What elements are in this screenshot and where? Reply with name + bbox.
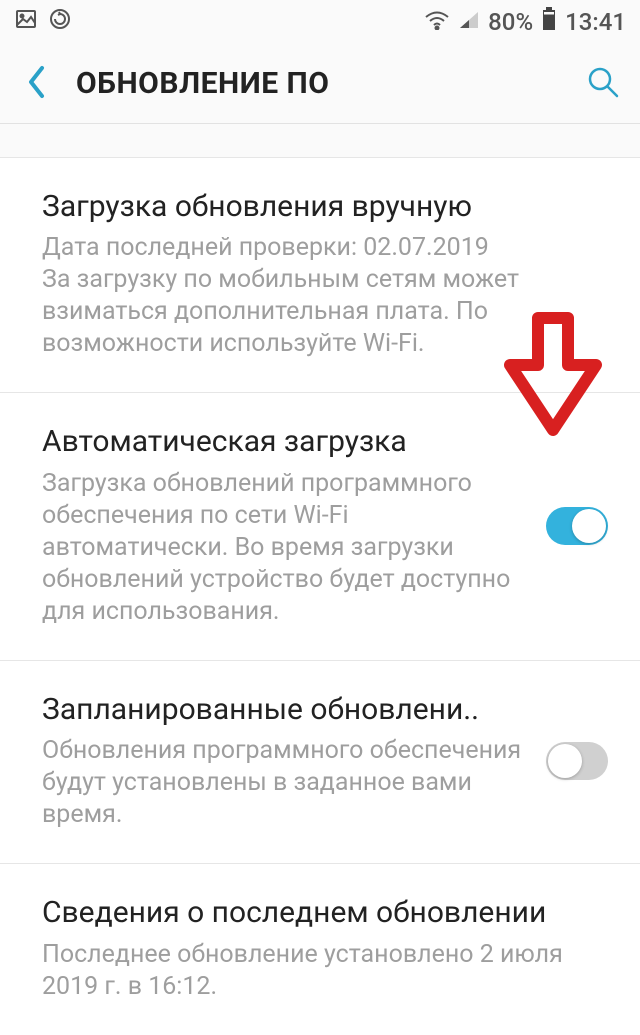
wifi-icon [424, 8, 450, 36]
signal-icon [458, 8, 480, 36]
picture-icon [14, 7, 38, 37]
auto-download-desc: Загрузка обновлений программного обеспеч… [42, 468, 526, 628]
battery-pct: 80% [488, 8, 533, 36]
search-button[interactable] [586, 65, 620, 103]
battery-icon [541, 7, 557, 37]
toggle-knob [548, 744, 582, 778]
sync-icon [48, 7, 72, 37]
scheduled-updates-title: Запланированные обновлени.. [42, 691, 526, 729]
auto-download-toggle[interactable] [546, 507, 608, 545]
toggle-knob [572, 509, 606, 543]
section-gap [0, 124, 640, 158]
app-bar: ОБНОВЛЕНИЕ ПО [0, 44, 640, 124]
page-title: ОБНОВЛЕНИЕ ПО [76, 66, 329, 101]
manual-download-desc: Дата последней проверки: 02.07.2019 За з… [42, 232, 608, 360]
scheduled-updates-toggle[interactable] [546, 742, 608, 780]
manual-download-item[interactable]: Загрузка обновления вручную Дата последн… [0, 158, 640, 393]
clock: 13:41 [565, 8, 626, 36]
scheduled-updates-desc: Обновления программного обеспечения буду… [42, 735, 526, 831]
scheduled-updates-item[interactable]: Запланированные обновлени.. Обновления п… [0, 661, 640, 864]
settings-list: Загрузка обновления вручную Дата последн… [0, 158, 640, 1035]
last-update-info-item[interactable]: Сведения о последнем обновлении Последне… [0, 864, 640, 1034]
back-button[interactable] [26, 64, 48, 104]
last-update-title: Сведения о последнем обновлении [42, 894, 608, 932]
auto-download-title: Автоматическая загрузка [42, 423, 526, 461]
last-update-desc: Последнее обновление установлено 2 июля … [42, 939, 608, 1003]
manual-download-title: Загрузка обновления вручную [42, 188, 608, 226]
status-bar: 80% 13:41 [0, 0, 640, 44]
auto-download-item[interactable]: Автоматическая загрузка Загрузка обновле… [0, 393, 640, 660]
